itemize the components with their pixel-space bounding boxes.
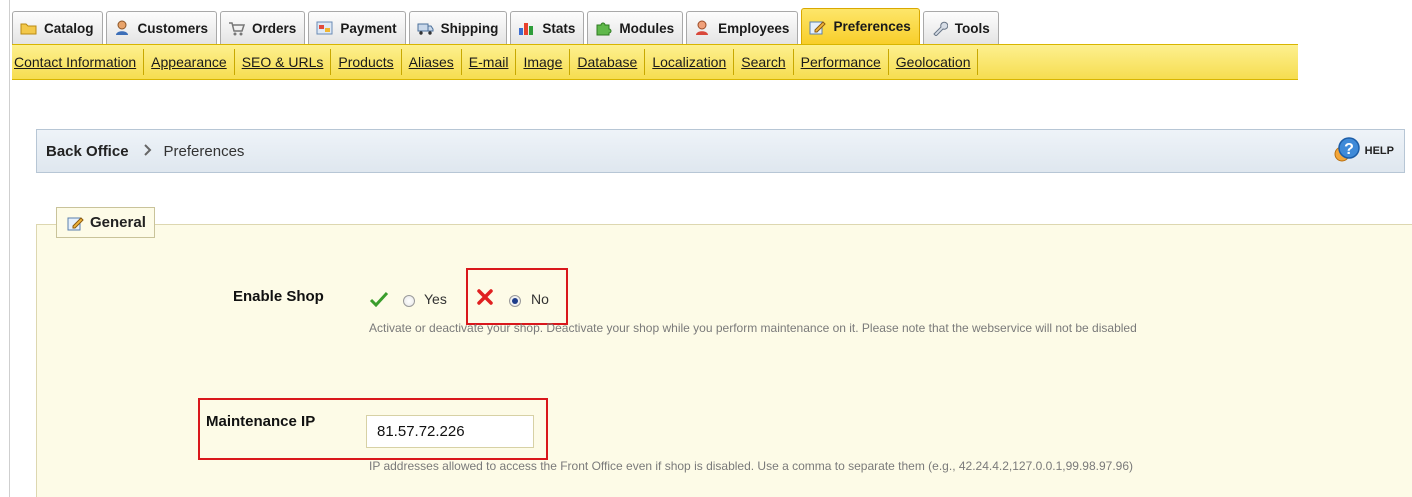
cart-icon (228, 20, 246, 36)
tab-label: Employees (718, 20, 790, 36)
subnav-appearance[interactable]: Appearance (144, 49, 235, 75)
maintenance-ip-hint: IP addresses allowed to access the Front… (369, 459, 1134, 473)
breadcrumb-separator-icon (143, 143, 152, 159)
tab-catalog[interactable]: Catalog (12, 11, 103, 44)
tab-label: Tools (954, 20, 990, 36)
tab-label: Shipping (440, 20, 499, 36)
subnav-database[interactable]: Database (570, 49, 646, 75)
enable-shop-yes-radio[interactable] (403, 295, 415, 307)
help-button[interactable]: ? HELP (1331, 136, 1394, 166)
help-icon: ? (1331, 135, 1361, 168)
edit-icon (809, 19, 827, 35)
breadcrumb: Back Office Preferences ? HELP (36, 129, 1405, 173)
tab-label: Customers (137, 20, 209, 36)
wrench-icon (931, 20, 948, 37)
tab-customers[interactable]: Customers (105, 11, 218, 44)
enable-shop-hint: Activate or deactivate your shop. Deacti… (369, 321, 1137, 335)
fieldset-legend: General (56, 207, 155, 238)
maintenance-ip-input[interactable] (366, 415, 534, 448)
tab-label: Stats (542, 20, 576, 36)
tab-orders[interactable]: Orders (220, 11, 306, 44)
svg-text:?: ? (1344, 141, 1354, 158)
tab-payment[interactable]: Payment (308, 11, 406, 44)
enable-shop-label: Enable Shop (233, 288, 324, 305)
enable-shop-yes-label[interactable]: Yes (424, 291, 447, 307)
enable-shop-no-label[interactable]: No (531, 291, 549, 307)
enable-shop-no-radio[interactable] (509, 295, 521, 307)
subnav-geolocation[interactable]: Geolocation (889, 49, 979, 75)
employee-icon (694, 20, 711, 36)
tab-preferences[interactable]: Preferences (801, 8, 920, 44)
puzzle-icon (595, 20, 612, 36)
subnav-localization[interactable]: Localization (645, 49, 735, 75)
tab-shipping[interactable]: Shipping (408, 11, 508, 44)
check-icon (369, 291, 389, 310)
maintenance-ip-label: Maintenance IP (206, 413, 316, 430)
tab-tools[interactable]: Tools (922, 11, 999, 44)
subnav-email[interactable]: E-mail (462, 49, 517, 75)
tab-stats[interactable]: Stats (510, 11, 585, 44)
subnav-contact-information[interactable]: Contact Information (12, 49, 145, 75)
main-tabs: Catalog Customers Orders Payment Shippin… (12, 8, 1002, 44)
tab-modules[interactable]: Modules (587, 11, 684, 44)
subnav-performance[interactable]: Performance (794, 49, 889, 75)
cross-icon (476, 288, 494, 309)
subnav-search[interactable]: Search (734, 49, 794, 75)
payment-icon (316, 20, 333, 36)
customer-icon (114, 20, 131, 36)
edit-icon (67, 215, 84, 231)
subnav-aliases[interactable]: Aliases (402, 49, 462, 75)
legend-label: General (90, 214, 146, 231)
truck-icon (417, 20, 434, 36)
tab-label: Modules (619, 20, 675, 36)
tab-label: Catalog (44, 20, 94, 36)
breadcrumb-back-office[interactable]: Back Office (46, 143, 129, 160)
bar-chart-icon (518, 20, 535, 36)
breadcrumb-preferences: Preferences (163, 142, 245, 160)
preferences-subnav: Contact Information Appearance SEO & URL… (12, 44, 1298, 80)
tab-label: Preferences (833, 19, 911, 34)
subnav-products[interactable]: Products (331, 49, 402, 75)
tab-label: Payment (340, 20, 397, 36)
folder-icon (20, 20, 37, 36)
subnav-image[interactable]: Image (516, 49, 571, 75)
help-label: HELP (1364, 145, 1394, 157)
tab-label: Orders (252, 20, 297, 36)
page-border (9, 0, 10, 497)
subnav-seo-urls[interactable]: SEO & URLs (235, 49, 332, 75)
tab-employees[interactable]: Employees (686, 11, 799, 44)
